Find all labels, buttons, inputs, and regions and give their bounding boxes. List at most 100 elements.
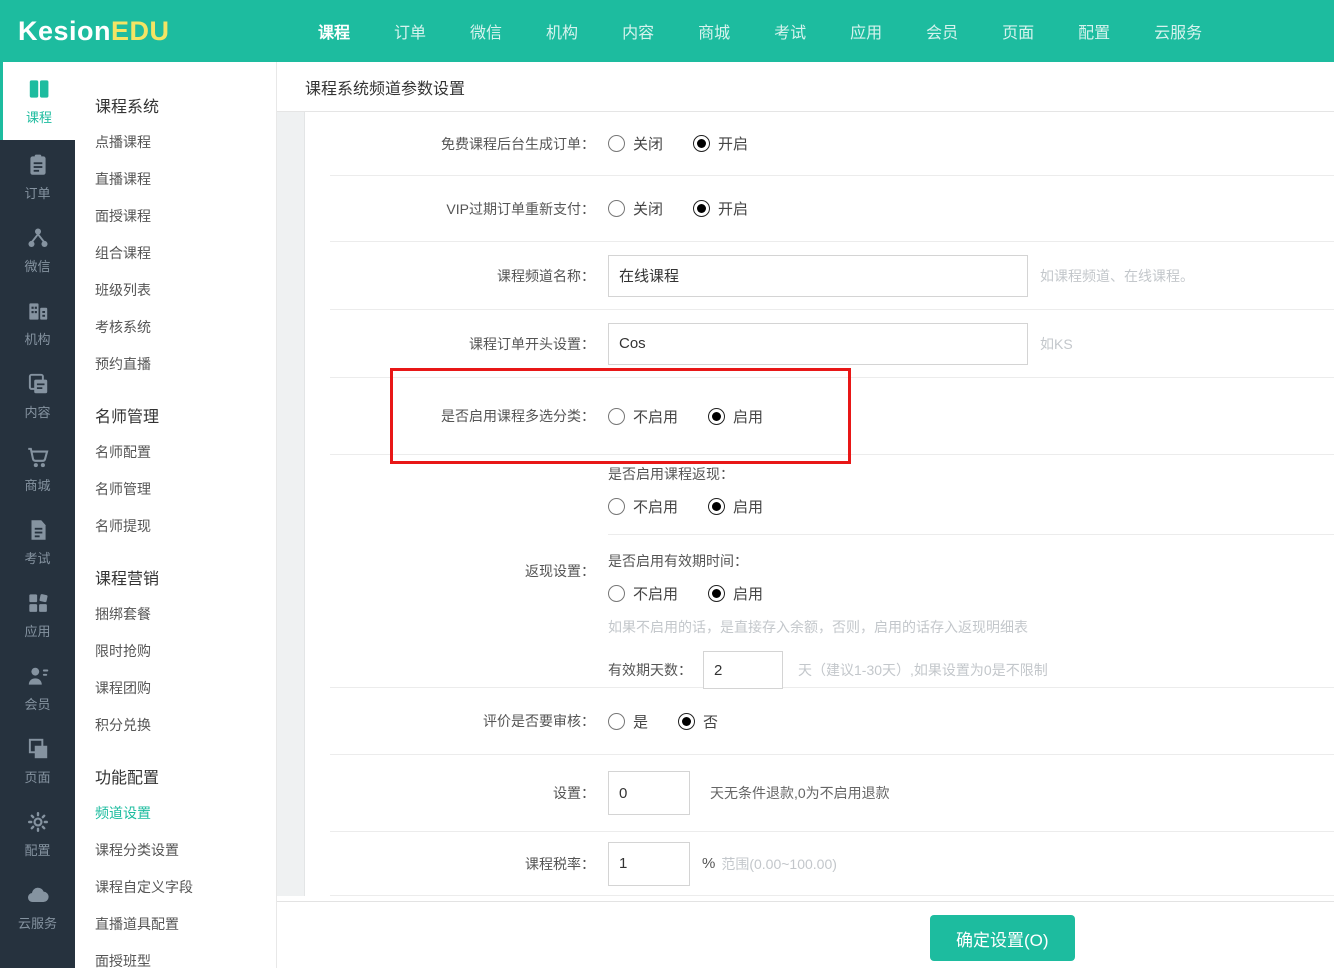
- topnav-mall[interactable]: 商城: [698, 19, 730, 43]
- rail-item-mall[interactable]: 商城: [0, 432, 75, 505]
- sidebar-item-live-props-config[interactable]: 直播道具配置: [95, 906, 276, 943]
- radio-label: 不启用: [633, 496, 678, 517]
- page-title: 课程系统频道参数设置: [305, 75, 465, 99]
- radio-option-off[interactable]: 关闭: [608, 198, 663, 219]
- sidebar-item-class-list[interactable]: 班级列表: [95, 272, 276, 309]
- radio-option-on[interactable]: 开启: [693, 133, 748, 154]
- topnav-pages[interactable]: 页面: [1002, 19, 1034, 43]
- radio-group-review: 是 否: [608, 711, 1334, 732]
- rail-item-apps[interactable]: 应用: [0, 578, 75, 651]
- sidebar-item-teacher-withdraw[interactable]: 名师提现: [95, 508, 276, 545]
- sidebar-item-channel-settings[interactable]: 频道设置: [95, 795, 276, 832]
- sidebar-item-teacher-manage[interactable]: 名师管理: [95, 471, 276, 508]
- brand-logo[interactable]: KesionEDU: [0, 16, 277, 47]
- rail-item-pages[interactable]: 页面: [0, 724, 75, 797]
- radio-unchecked-icon[interactable]: [608, 200, 625, 217]
- rail-item-content[interactable]: 内容: [0, 359, 75, 432]
- days-hint: 天（建议1-30天）,如果设置为0是不限制: [798, 660, 1048, 680]
- radio-option-off[interactable]: 关闭: [608, 133, 663, 154]
- order-prefix-input[interactable]: [608, 323, 1028, 365]
- rail-item-institution[interactable]: 机构: [0, 286, 75, 359]
- content-area: 课程系统频道参数设置 免费课程后台生成订单： 关闭 开启 VIP过期订单重新支付…: [277, 62, 1334, 968]
- topnav-cloud[interactable]: 云服务: [1154, 19, 1202, 43]
- sidebar-item-course-custom-fields[interactable]: 课程自定义字段: [95, 869, 276, 906]
- sidebar-item-offline-courses[interactable]: 面授课程: [95, 198, 276, 235]
- validity-days-input[interactable]: [703, 651, 783, 689]
- topnav-content[interactable]: 内容: [622, 19, 654, 43]
- field-label: 评价是否要审核：: [330, 711, 595, 731]
- rail-item-config[interactable]: 配置: [0, 797, 75, 870]
- rail-item-courses[interactable]: 课程: [0, 62, 75, 140]
- sidebar-item-live-courses[interactable]: 直播课程: [95, 161, 276, 198]
- rail-item-cloud[interactable]: 云服务: [0, 870, 75, 943]
- radio-option-on[interactable]: 开启: [693, 198, 748, 219]
- rail-label: 应用: [24, 621, 50, 640]
- row-multi-category: 是否启用课程多选分类： 不启用 启用: [330, 378, 1334, 455]
- topnav-exam[interactable]: 考试: [774, 19, 806, 43]
- book-icon: [26, 76, 52, 102]
- rail-label: 会员: [24, 694, 50, 713]
- sidebar-item-live-booking[interactable]: 预约直播: [95, 346, 276, 383]
- rail-item-members[interactable]: 会员: [0, 651, 75, 724]
- member-icon: [25, 663, 51, 689]
- brand-part2: EDU: [111, 16, 170, 46]
- refund-days-input[interactable]: [608, 771, 690, 815]
- sidebar-item-assessment-system[interactable]: 考核系统: [95, 309, 276, 346]
- sidebar-item-points-exchange[interactable]: 积分兑换: [95, 707, 276, 744]
- radio-unchecked-icon[interactable]: [608, 498, 625, 515]
- confirm-settings-button[interactable]: 确定设置(O): [930, 915, 1075, 961]
- radio-option-yes[interactable]: 是: [608, 711, 648, 732]
- order-prefix-control: 如KS: [608, 323, 1334, 365]
- rail-item-wechat[interactable]: 微信: [0, 213, 75, 286]
- row-refund-days: 设置： 天无条件退款,0为不启用退款: [330, 755, 1334, 832]
- field-label: 课程频道名称：: [330, 266, 595, 286]
- rail-item-exam[interactable]: 考试: [0, 505, 75, 578]
- sidebar-item-teacher-config[interactable]: 名师配置: [95, 434, 276, 471]
- radio-option-off[interactable]: 不启用: [608, 583, 678, 604]
- row-free-order: 免费课程后台生成订单： 关闭 开启: [330, 112, 1334, 176]
- radio-option-on[interactable]: 启用: [708, 496, 763, 517]
- sidebar-item-vod-courses[interactable]: 点播课程: [95, 124, 276, 161]
- radio-checked-icon[interactable]: [678, 713, 695, 730]
- topnav-apps[interactable]: 应用: [850, 19, 882, 43]
- network-icon: [25, 225, 51, 251]
- radio-unchecked-icon[interactable]: [608, 713, 625, 730]
- tax-rate-input[interactable]: [608, 842, 690, 886]
- rail-item-orders[interactable]: 订单: [0, 140, 75, 213]
- sidebar-item-offline-class-type[interactable]: 面授班型: [95, 943, 276, 968]
- topnav-wechat[interactable]: 微信: [470, 19, 502, 43]
- radio-unchecked-icon[interactable]: [608, 585, 625, 602]
- cart-icon: [25, 444, 51, 470]
- tax-control: % 范围(0.00~100.00): [608, 842, 1334, 886]
- field-label: 免费课程后台生成订单：: [330, 134, 595, 154]
- topnav-config[interactable]: 配置: [1078, 19, 1110, 43]
- radio-checked-icon[interactable]: [708, 498, 725, 515]
- topnav-courses[interactable]: 课程: [318, 19, 350, 43]
- radio-option-no[interactable]: 否: [678, 711, 718, 732]
- left-gutter: [277, 112, 305, 896]
- radio-option-on[interactable]: 启用: [708, 406, 763, 427]
- settings-form: 免费课程后台生成订单： 关闭 开启 VIP过期订单重新支付： 关闭 开启: [277, 112, 1334, 901]
- channel-name-input[interactable]: [608, 255, 1028, 297]
- radio-checked-icon[interactable]: [708, 408, 725, 425]
- radio-unchecked-icon[interactable]: [608, 135, 625, 152]
- radio-unchecked-icon[interactable]: [608, 408, 625, 425]
- radio-checked-icon[interactable]: [693, 200, 710, 217]
- radio-checked-icon[interactable]: [693, 135, 710, 152]
- sidebar-item-group-buy[interactable]: 课程团购: [95, 670, 276, 707]
- topnav-institution[interactable]: 机构: [546, 19, 578, 43]
- field-label: VIP过期订单重新支付：: [330, 199, 595, 219]
- radio-option-off[interactable]: 不启用: [608, 496, 678, 517]
- sidebar-item-combo-courses[interactable]: 组合课程: [95, 235, 276, 272]
- radio-option-off[interactable]: 不启用: [608, 406, 678, 427]
- radio-option-on[interactable]: 启用: [708, 583, 763, 604]
- sidebar-item-flash-sale[interactable]: 限时抢购: [95, 633, 276, 670]
- sidebar-item-course-category-settings[interactable]: 课程分类设置: [95, 832, 276, 869]
- topnav-orders[interactable]: 订单: [394, 19, 426, 43]
- sidebar-item-bundle-package[interactable]: 捆绑套餐: [95, 596, 276, 633]
- field-label: 设置：: [330, 783, 595, 803]
- cashback-controls: 是否启用课程返现： 不启用 启用 是否启用有效期时间： 不启用 启用: [608, 449, 1334, 693]
- topnav-members[interactable]: 会员: [926, 19, 958, 43]
- radio-checked-icon[interactable]: [708, 585, 725, 602]
- field-label: 返现设置：: [330, 561, 595, 581]
